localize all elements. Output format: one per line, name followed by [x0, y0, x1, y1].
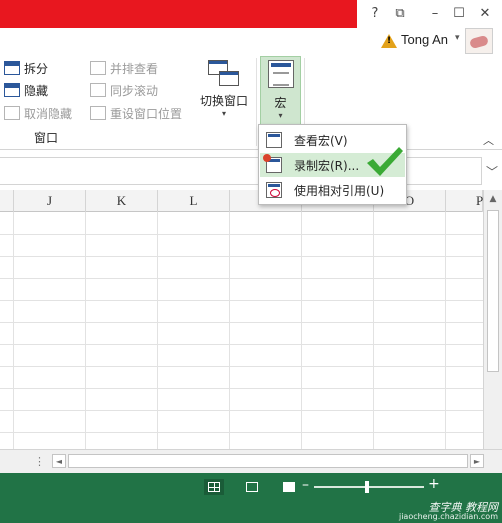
- chevron-down-icon[interactable]: ▾: [455, 33, 460, 43]
- row-gridline: [0, 256, 483, 257]
- close-button[interactable]: ✕: [475, 4, 495, 22]
- zoom-slider-thumb[interactable]: [365, 481, 369, 493]
- row-gridline: [0, 344, 483, 345]
- switch-windows-icon: [208, 60, 240, 88]
- unhide-label: 取消隐藏: [24, 106, 73, 121]
- menu-item-label: 查看宏(V): [294, 133, 348, 148]
- chevron-down-icon: ▾: [278, 111, 283, 120]
- formula-input[interactable]: [0, 157, 482, 185]
- record-macro-icon: [263, 154, 282, 173]
- column-headers: J K L M N O P: [0, 190, 483, 212]
- split-icon: [4, 61, 20, 75]
- maximize-button[interactable]: ☐: [449, 4, 469, 22]
- switch-windows-button[interactable]: 切换窗口 ▾: [196, 58, 252, 124]
- row-gridline: [0, 278, 483, 279]
- view-macros-icon: [266, 132, 282, 148]
- sync-scroll-button[interactable]: 同步滚动: [90, 80, 158, 100]
- split-label: 拆分: [24, 61, 49, 76]
- menu-item-label: 录制宏(R)...: [294, 158, 360, 173]
- window-group-label: 窗口: [33, 131, 58, 145]
- chevron-down-icon: ▾: [221, 109, 226, 118]
- ribbon-divider: [256, 58, 257, 146]
- avatar[interactable]: [465, 28, 493, 54]
- row-gridline: [0, 322, 483, 323]
- sheet-tab-bar: ⋮ ◄ ►: [0, 449, 502, 473]
- relative-references-icon: [266, 182, 282, 198]
- scroll-left-icon[interactable]: ◄: [52, 454, 66, 468]
- page-layout-icon: [246, 482, 258, 492]
- reset-position-label: 重设窗口位置: [110, 106, 183, 121]
- column-header[interactable]: K: [86, 190, 158, 212]
- horizontal-scrollbar[interactable]: [68, 454, 468, 468]
- sync-scroll-icon: [90, 83, 106, 97]
- expand-formula-bar-icon[interactable]: ﹀: [486, 163, 498, 180]
- normal-view-icon: [208, 482, 220, 492]
- column-gridline: [301, 212, 302, 473]
- macros-button[interactable]: 宏 ▾: [260, 56, 301, 128]
- sheet-tab-splitter-icon[interactable]: ⋮: [34, 455, 46, 468]
- menu-item-label: 使用相对引用(U): [294, 183, 385, 198]
- checkmark-icon: [367, 147, 403, 176]
- reset-position-icon: [90, 106, 106, 120]
- user-name[interactable]: Tong An: [401, 32, 448, 47]
- page-layout-view-button[interactable]: [242, 479, 262, 495]
- side-by-side-label: 并排查看: [110, 61, 159, 76]
- column-gridline: [13, 212, 14, 473]
- side-by-side-icon: [90, 61, 106, 75]
- ribbon-display-options-button[interactable]: ⧉: [390, 4, 410, 22]
- zoom-in-button[interactable]: +: [428, 476, 440, 492]
- row-gridline: [0, 432, 483, 433]
- hide-window-icon: [4, 83, 20, 97]
- watermark: 查字典 教程网 jiaocheng.chazidian.com: [360, 499, 502, 523]
- column-gridline: [373, 212, 374, 473]
- minimize-button[interactable]: –: [425, 4, 445, 22]
- watermark-url: jiaocheng.chazidian.com: [398, 512, 498, 521]
- hide-label: 隐藏: [24, 83, 49, 98]
- zoom-slider[interactable]: [314, 486, 424, 488]
- column-header-partial[interactable]: [0, 190, 14, 212]
- hide-button[interactable]: 隐藏: [4, 80, 48, 100]
- warning-icon[interactable]: [381, 34, 397, 48]
- column-header[interactable]: L: [158, 190, 230, 212]
- column-gridline: [157, 212, 158, 473]
- sync-scroll-label: 同步滚动: [110, 83, 159, 98]
- scroll-right-icon[interactable]: ►: [470, 454, 484, 468]
- collapse-ribbon-icon[interactable]: ︿: [483, 132, 494, 148]
- row-gridline: [0, 388, 483, 389]
- row-gridline: [0, 366, 483, 367]
- column-gridline: [445, 212, 446, 473]
- column-header[interactable]: P: [446, 190, 483, 212]
- split-button[interactable]: 拆分: [4, 58, 48, 78]
- column-gridline: [229, 212, 230, 473]
- macros-icon: [267, 60, 294, 88]
- switch-windows-label: 切换窗口: [199, 94, 248, 108]
- row-gridline: [0, 410, 483, 411]
- page-break-icon: [283, 482, 295, 492]
- scroll-up-icon[interactable]: ▲: [484, 190, 502, 208]
- view-side-by-side-button[interactable]: 并排查看: [90, 58, 158, 78]
- reset-window-position-button[interactable]: 重设窗口位置: [90, 103, 182, 123]
- title-bar: [0, 0, 357, 28]
- row-gridline: [0, 300, 483, 301]
- status-bar: – + 查字典 教程网 jiaocheng.chazidian.com: [0, 473, 502, 523]
- unhide-window-icon: [4, 106, 20, 120]
- ribbon: 拆分 隐藏 取消隐藏 并排查看 同步滚动 重设窗口位置 窗口 切换窗口 ▾ 宏 …: [0, 54, 502, 150]
- page-break-preview-button[interactable]: [279, 479, 299, 495]
- help-button[interactable]: ?: [365, 4, 385, 22]
- vertical-scroll-thumb[interactable]: [487, 210, 499, 372]
- row-gridline: [0, 234, 483, 235]
- column-gridline: [85, 212, 86, 473]
- window-controls: ? ⧉ – ☐ ✕: [357, 0, 502, 28]
- worksheet-grid[interactable]: J K L M N O P: [0, 190, 483, 473]
- formula-bar: ﹀: [0, 157, 502, 187]
- normal-view-button[interactable]: [204, 479, 224, 495]
- use-relative-references-menu-item[interactable]: 使用相对引用(U): [260, 178, 405, 202]
- macros-label: 宏: [274, 96, 287, 110]
- account-area: Tong An ▾: [357, 28, 502, 54]
- vertical-scrollbar[interactable]: ▲ ▼: [483, 190, 502, 473]
- column-header[interactable]: J: [14, 190, 86, 212]
- unhide-button[interactable]: 取消隐藏: [4, 103, 72, 123]
- zoom-out-button[interactable]: –: [302, 477, 309, 493]
